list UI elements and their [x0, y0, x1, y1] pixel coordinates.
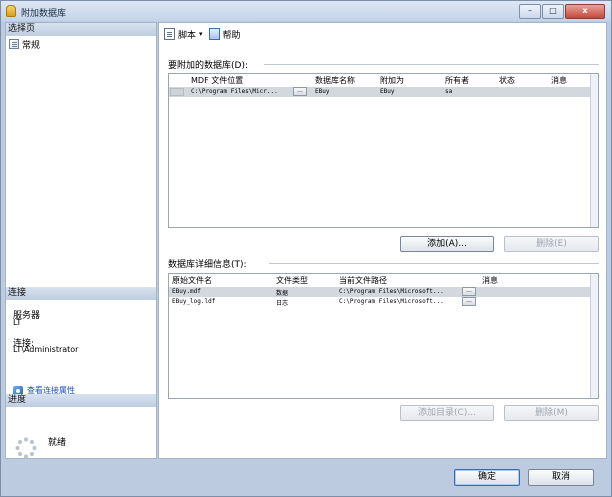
table-row[interactable]: C:\Program Files\Micr... ... EBuy EBuy s… — [169, 87, 598, 97]
attach-database-dialog: 附加数据库 – □ x 选择页 常规 连接 服务器 LT 连接: LT\Admi… — [0, 0, 612, 497]
column-header: 文件类型 — [276, 276, 308, 285]
column-header: 消息 — [482, 276, 498, 285]
table-row[interactable]: EBuy.mdf 数据 C:\Program Files\Microsoft..… — [169, 287, 598, 297]
toolbar: 脚本 ▾ 帮助 — [159, 23, 606, 45]
column-header: 消息 — [551, 76, 567, 85]
column-header: 所有者 — [445, 76, 469, 85]
add-database-button[interactable]: 添加(A)... — [400, 236, 494, 252]
owner-cell[interactable]: sa — [445, 88, 452, 95]
help-icon — [208, 28, 220, 40]
connection-header: 连接 — [6, 287, 156, 300]
script-button[interactable]: 脚本 ▾ — [164, 28, 203, 41]
column-header: 附加为 — [380, 76, 404, 85]
file-name-cell: EBuy.mdf — [172, 288, 201, 295]
progress-status: 就绪 — [48, 438, 67, 448]
progress-spinner-icon — [15, 437, 37, 459]
help-label: 帮助 — [222, 30, 241, 41]
browse-path-button[interactable]: ... — [462, 287, 476, 296]
page-icon — [9, 39, 19, 49]
left-pane: 选择页 常规 连接 服务器 LT 连接: LT\Administrator 查看… — [5, 22, 157, 459]
window-controls: – □ x — [519, 4, 605, 19]
ok-button[interactable]: 确定 — [454, 469, 520, 486]
nav-item-general[interactable]: 常规 — [9, 38, 41, 51]
details-group-label: 数据库详细信息(T): — [168, 260, 247, 270]
chevron-down-icon[interactable]: ▾ — [199, 30, 203, 38]
add-catalog-button[interactable]: 添加目录(C)... — [400, 405, 494, 421]
row-header — [170, 88, 184, 96]
remove-database-button[interactable]: 删除(E) — [504, 236, 599, 252]
attach-as-cell[interactable]: EBuy — [380, 88, 394, 95]
browse-path-button[interactable]: ... — [462, 297, 476, 306]
progress-header: 进度 — [6, 394, 156, 407]
window-title: 附加数据库 — [21, 9, 67, 19]
remove-file-button[interactable]: 删除(M) — [504, 405, 599, 421]
maximize-button[interactable]: □ — [542, 4, 564, 19]
grid-header: 原始文件名 文件类型 当前文件路径 消息 — [169, 274, 598, 286]
column-header: 状态 — [499, 76, 515, 85]
nav-item-label: 常规 — [22, 40, 41, 51]
column-header: MDF 文件位置 — [191, 76, 244, 85]
db-name-cell[interactable]: EBuy — [315, 88, 329, 95]
attach-group-label: 要附加的数据库(D): — [168, 61, 248, 71]
grid-header: MDF 文件位置 数据库名称 附加为 所有者 状态 消息 — [169, 74, 598, 86]
group-divider — [264, 64, 599, 65]
help-button[interactable]: 帮助 — [208, 28, 241, 41]
database-icon — [6, 5, 16, 17]
script-label: 脚本 — [178, 30, 197, 41]
attach-databases-grid[interactable]: MDF 文件位置 数据库名称 附加为 所有者 状态 消息 C:\Program … — [168, 73, 599, 228]
database-details-grid[interactable]: 原始文件名 文件类型 当前文件路径 消息 EBuy.mdf 数据 C:\Prog… — [168, 273, 599, 399]
group-divider — [269, 263, 599, 264]
server-value: LT — [13, 318, 22, 327]
table-row[interactable]: EBuy_log.ldf 日志 C:\Program Files\Microso… — [169, 297, 598, 307]
scrollbar[interactable] — [590, 74, 598, 227]
scrollbar[interactable] — [590, 274, 598, 398]
right-pane: 脚本 ▾ 帮助 要附加的数据库(D): MDF 文件位置 数据库名称 附加为 所… — [158, 22, 607, 459]
title-bar: 附加数据库 – □ x — [1, 1, 611, 21]
minimize-button[interactable]: – — [519, 4, 541, 19]
browse-mdf-button[interactable]: ... — [293, 87, 307, 96]
script-icon — [164, 28, 175, 40]
select-page-header: 选择页 — [6, 23, 156, 36]
column-header: 原始文件名 — [172, 276, 212, 285]
column-header: 数据库名称 — [315, 76, 355, 85]
close-button[interactable]: x — [565, 4, 605, 19]
file-path-cell: C:\Program Files\Microsoft... — [339, 298, 444, 305]
connection-value: LT\Administrator — [13, 345, 79, 354]
mdf-cell: C:\Program Files\Micr... — [191, 88, 278, 95]
column-header: 当前文件路径 — [339, 276, 387, 285]
file-type-cell: 数据 — [276, 290, 289, 297]
file-path-cell: C:\Program Files\Microsoft... — [339, 288, 444, 295]
file-name-cell: EBuy_log.ldf — [172, 298, 216, 305]
file-type-cell: 日志 — [276, 300, 289, 307]
cancel-button[interactable]: 取消 — [528, 469, 594, 486]
